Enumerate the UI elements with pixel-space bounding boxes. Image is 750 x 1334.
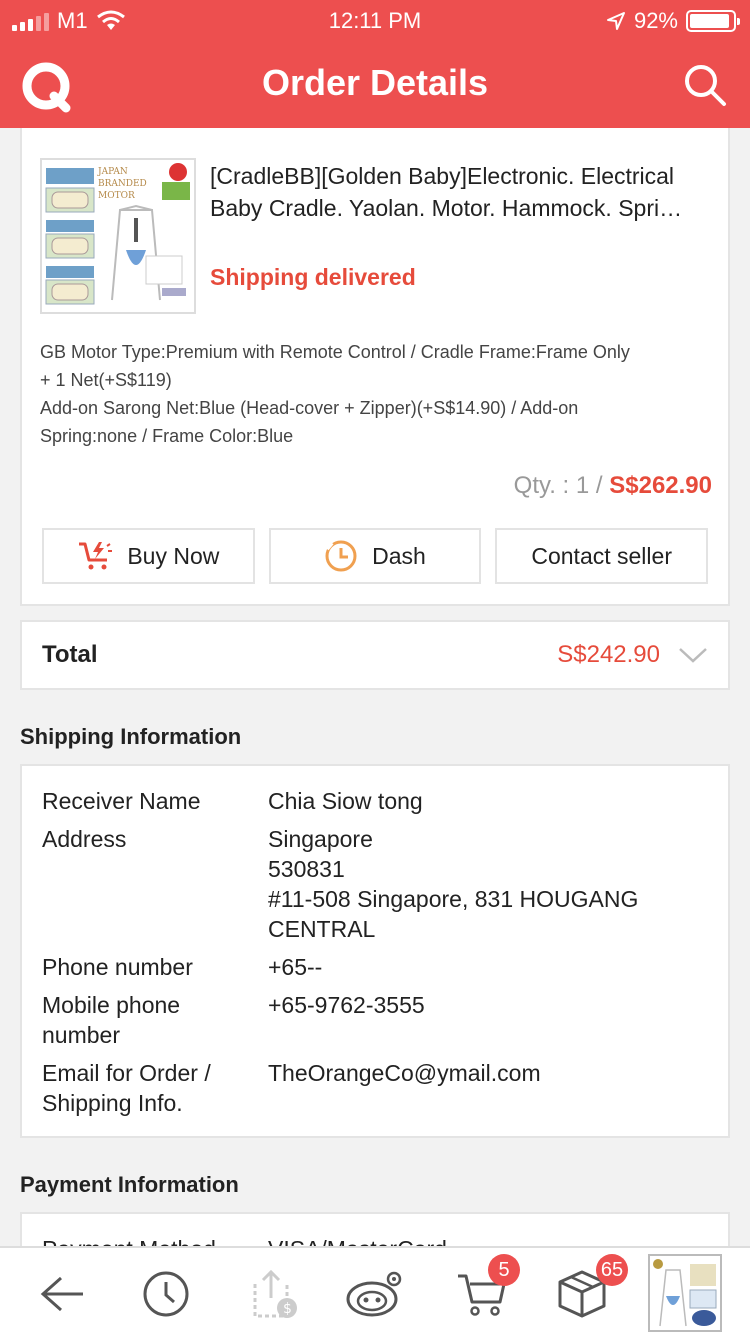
mobile-row: Mobile phone number +65-9762-3555 [42, 990, 708, 1050]
email-value: TheOrangeCo@ymail.com [268, 1060, 541, 1086]
buy-now-button[interactable]: Buy Now [42, 528, 255, 584]
recent-product-thumbnail[interactable] [648, 1254, 722, 1332]
phone-label: Phone number [42, 954, 193, 980]
dash-label: Dash [372, 542, 426, 569]
shipping-status: Shipping delivered [210, 264, 416, 290]
app-header: Order Details [0, 40, 750, 128]
payment-section-title: Payment Information [20, 1172, 239, 1197]
address-line: Singapore [268, 826, 373, 852]
mobile-label: Mobile phone number [42, 990, 268, 1050]
receiver-value: Chia Siow tong [268, 788, 423, 814]
mobile-label-line: number [42, 1022, 120, 1048]
contact-seller-label: Contact seller [531, 542, 672, 569]
email-row: Email for Order / Shipping Info. TheOran… [42, 1058, 708, 1118]
product-title-line2: Baby Cradle. Yaolan. Motor. Hammock. Spr… [210, 195, 683, 221]
qty-label: Qty. : 1 / [513, 472, 610, 499]
contact-seller-button[interactable]: Contact seller [495, 528, 709, 584]
orders-badge: 65 [596, 1254, 628, 1286]
back-arrow-icon [40, 1276, 83, 1312]
battery-percent: 92% [633, 8, 678, 33]
search-icon[interactable] [682, 62, 728, 108]
total-row[interactable]: Total S$242.90 [20, 620, 730, 690]
svg-text:$: $ [283, 1301, 292, 1317]
page-title: Order Details [261, 62, 489, 103]
recent-button[interactable] [136, 1264, 196, 1324]
cart-lightning-icon [79, 542, 113, 570]
phone-value: +65-- [268, 954, 323, 980]
product-image[interactable]: JAPAN BRANDED MOTOR [40, 158, 196, 314]
battery-icon [686, 10, 740, 32]
location-arrow-icon [606, 12, 625, 30]
phone-row: Phone number +65-- [42, 952, 708, 982]
payment-method-row: Payment Method VISA/MasterCard [42, 1234, 708, 1246]
options-line: Add-on Sarong Net:Blue (Head-cover + Zip… [40, 398, 579, 418]
product-title-line1: [CradleBB][Golden Baby]Electronic. Elect… [210, 163, 675, 189]
mascot-button[interactable] [344, 1264, 404, 1324]
email-label: Email for Order / Shipping Info. [42, 1058, 268, 1118]
address-line: CENTRAL [268, 916, 376, 942]
total-value: S$242.90 [557, 641, 660, 668]
receiver-row: Receiver Name Chia Siow tong [42, 786, 708, 816]
total-label: Total [42, 641, 98, 668]
quantity-price: Qty. : 1 / S$262.90 [514, 472, 712, 500]
mobile-value: +65-9762-3555 [268, 992, 425, 1018]
chevron-down-icon[interactable] [678, 646, 708, 664]
cart-button[interactable]: 5 [452, 1254, 520, 1324]
buy-now-label: Buy Now [127, 542, 220, 569]
product-title[interactable]: [CradleBB][Golden Baby]Electronic. Elect… [210, 160, 710, 224]
action-buttons: Buy Now Dash Contact seller [42, 528, 709, 584]
email-label-line: Email for Order / [42, 1060, 211, 1086]
cart-badge: 5 [488, 1254, 520, 1286]
status-bar: M1 12:11 PM 92% [0, 0, 750, 40]
orders-button[interactable]: 65 [552, 1254, 628, 1324]
mobile-label-line: Mobile phone [42, 992, 181, 1018]
options-line: + 1 Net(+S$119) [40, 370, 172, 390]
address-value: Singapore 530831 #11-508 Singapore, 831 … [268, 824, 708, 944]
options-line: GB Motor Type:Premium with Remote Contro… [40, 342, 630, 362]
content-scroll[interactable]: JAPAN BRANDED MOTOR [CradleBB][Golden Ba… [0, 128, 750, 1246]
address-line: #11-508 Singapore, 831 HOUGANG [268, 886, 639, 912]
payment-method-value: VISA/MasterCard [268, 1234, 708, 1246]
history-clock-icon [143, 1271, 189, 1317]
payment-method-label: Payment Method [42, 1234, 268, 1246]
payment-info-card: Payment Method VISA/MasterCard [20, 1212, 730, 1246]
image-text-2: BRANDED [98, 179, 147, 189]
back-button[interactable] [32, 1264, 92, 1324]
options-line: Spring:none / Frame Color:Blue [40, 426, 294, 446]
shipping-info-card: Receiver Name Chia Siow tong Address Sin… [20, 764, 730, 1138]
image-text-3: MOTOR [98, 191, 135, 201]
shipping-section-title: Shipping Information [20, 724, 242, 749]
address-line: 530831 [268, 856, 345, 882]
address-row: Address Singapore 530831 #11-508 Singapo… [42, 824, 708, 944]
mascot-icon [346, 1271, 402, 1317]
order-item-card: JAPAN BRANDED MOTOR [CradleBB][Golden Ba… [20, 128, 730, 606]
image-text-1: JAPAN [97, 167, 128, 177]
clock-icon [325, 540, 357, 572]
product-options: GB Motor Type:Premium with Remote Contro… [40, 338, 710, 450]
dash-button[interactable]: Dash [268, 528, 482, 584]
share-money-icon: $ [253, 1269, 297, 1318]
email-label-line: Shipping Info. [42, 1090, 183, 1116]
receiver-label: Receiver Name [42, 788, 201, 814]
item-price: S$262.90 [609, 472, 712, 499]
share-button[interactable]: $ [242, 1264, 302, 1324]
address-label: Address [42, 826, 127, 852]
bottom-tab-bar: $ 5 65 [0, 1246, 750, 1334]
